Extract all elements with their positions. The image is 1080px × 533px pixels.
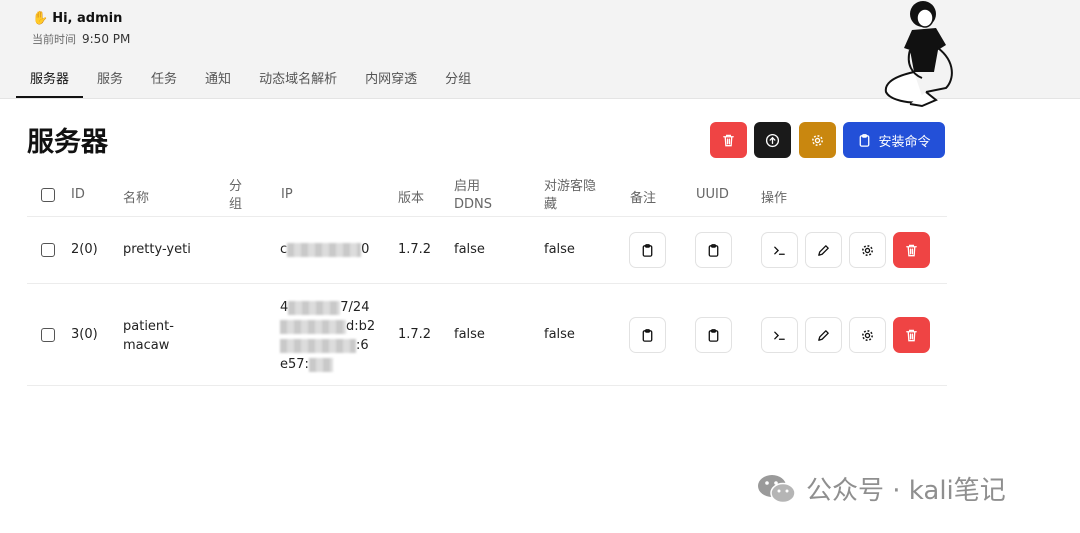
- tab-tasks[interactable]: 任务: [137, 70, 191, 96]
- server-id: 2(0): [71, 242, 98, 257]
- server-name: pretty-yeti: [123, 242, 191, 257]
- terminal-button[interactable]: [761, 232, 798, 268]
- server-version: 1.7.2: [398, 242, 432, 257]
- col-group: 分组: [229, 179, 243, 212]
- current-time: 当前时间 9:50 PM: [32, 32, 131, 46]
- greeting: ✋ Hi, admin: [32, 11, 123, 26]
- batch-settings-button[interactable]: [799, 122, 836, 158]
- gear-icon: [862, 329, 873, 341]
- clipboard-icon: [642, 328, 653, 342]
- row-checkbox[interactable]: [41, 328, 55, 342]
- trash-icon: [906, 329, 917, 341]
- col-id: ID: [71, 187, 85, 202]
- clipboard-icon: [642, 243, 653, 257]
- watermark: 公众号 · kali笔记: [756, 470, 1006, 507]
- col-ip: IP: [281, 187, 293, 202]
- copy-uuid-button[interactable]: [695, 317, 732, 353]
- tab-nat[interactable]: 内网穿透: [351, 70, 431, 96]
- pencil-icon: [818, 329, 829, 341]
- wave-icon: ✋: [32, 11, 49, 26]
- terminal-icon: [774, 331, 785, 340]
- col-version: 版本: [398, 191, 425, 206]
- tab-servers[interactable]: 服务器: [16, 70, 84, 98]
- terminal-button[interactable]: [761, 317, 798, 353]
- batch-delete-button[interactable]: [710, 122, 747, 158]
- col-name: 名称: [123, 191, 150, 206]
- tab-notifications[interactable]: 通知: [191, 70, 245, 96]
- edit-button[interactable]: [805, 317, 842, 353]
- server-ip: 4 7/24 d:b2 :6 e57:: [280, 300, 376, 372]
- settings-button[interactable]: [849, 317, 886, 353]
- pencil-icon: [818, 244, 829, 256]
- copy-note-button[interactable]: [629, 232, 666, 268]
- sitting-person-illustration: [884, 1, 953, 108]
- table-header: ID 名称 分组 IP 版本 启用DDNS 对游客隐藏 备注 UUID 操作: [27, 172, 947, 217]
- col-note: 备注: [630, 191, 657, 206]
- tab-services[interactable]: 服务: [83, 70, 137, 96]
- batch-upgrade-button[interactable]: [754, 122, 791, 158]
- gear-icon: [812, 134, 823, 146]
- clipboard-icon: [708, 328, 719, 342]
- clipboard-icon: [708, 243, 719, 257]
- clipboard-icon: [860, 133, 870, 147]
- trash-icon: [906, 244, 917, 256]
- nav-tabs: 服务器 服务 任务 通知 动态域名解析 内网穿透 分组: [16, 70, 485, 98]
- col-hide: 对游客隐藏: [544, 179, 597, 212]
- tab-groups[interactable]: 分组: [431, 70, 485, 96]
- server-ip: c0: [280, 242, 370, 257]
- upload-circle-icon: [765, 133, 780, 147]
- redacted-block: [287, 242, 362, 257]
- col-actions: 操作: [761, 191, 788, 206]
- server-version: 1.7.2: [398, 327, 432, 342]
- server-name: patient-macaw: [123, 319, 174, 353]
- top-header: ✋ Hi, admin 当前时间 9:50 PM 服务器 服务 任务 通知 动态域名…: [0, 0, 1080, 108]
- server-id: 3(0): [71, 327, 98, 342]
- table-row: 3(0) patient-macaw 4 7/24 d:b2 :6 e57: 1.…: [27, 284, 947, 386]
- trash-icon: [723, 134, 734, 146]
- edit-button[interactable]: [805, 232, 842, 268]
- ddns-value: false: [454, 327, 485, 342]
- col-uuid: UUID: [696, 187, 729, 202]
- gear-icon: [862, 244, 873, 256]
- delete-button[interactable]: [893, 317, 930, 353]
- settings-button[interactable]: [849, 232, 886, 268]
- select-all-checkbox[interactable]: [41, 188, 55, 202]
- servers-table: ID 名称 分组 IP 版本 启用DDNS 对游客隐藏 备注 UUID 操作 2…: [27, 172, 947, 386]
- copy-uuid-button[interactable]: [695, 232, 732, 268]
- tab-ddns[interactable]: 动态域名解析: [245, 70, 351, 96]
- ddns-value: false: [454, 242, 485, 257]
- install-command-button[interactable]: 安装命令: [843, 122, 945, 158]
- row-checkbox[interactable]: [41, 243, 55, 257]
- page-title: 服务器: [27, 127, 108, 158]
- copy-note-button[interactable]: [629, 317, 666, 353]
- delete-button[interactable]: [893, 232, 930, 268]
- hidden-value: false: [544, 327, 575, 342]
- table-row: 2(0) pretty-yeti c0 1.7.2 false false: [27, 217, 947, 284]
- terminal-icon: [774, 246, 785, 255]
- col-ddns: 启用DDNS: [454, 179, 492, 212]
- hidden-value: false: [544, 242, 575, 257]
- wechat-icon: [758, 474, 796, 503]
